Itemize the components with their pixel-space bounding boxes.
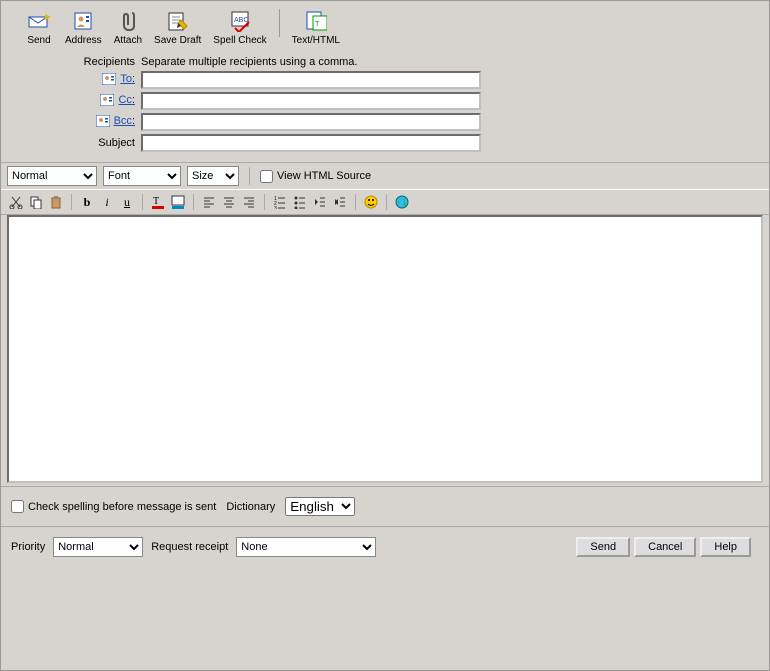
cancel-button[interactable]: Cancel — [634, 537, 696, 557]
unordered-list-icon[interactable] — [291, 193, 309, 211]
spellcheck-before-send-label[interactable]: Check spelling before message is sent — [11, 500, 216, 513]
align-right-icon[interactable] — [240, 193, 258, 211]
svg-text:T: T — [153, 196, 159, 207]
spell-check-icon: ABC — [228, 9, 252, 33]
receipt-label: Request receipt — [151, 541, 228, 553]
edit-sep-5 — [355, 194, 356, 210]
emoji-icon[interactable] — [362, 193, 380, 211]
font-select[interactable]: Font — [103, 166, 181, 186]
italic-icon[interactable]: i — [98, 193, 116, 211]
help-button[interactable]: Help — [700, 537, 751, 557]
style-select[interactable]: Normal — [7, 166, 97, 186]
dictionary-select[interactable]: English — [285, 497, 355, 516]
address-label: Address — [65, 35, 102, 46]
globe-icon[interactable] — [393, 193, 411, 211]
svg-text:3: 3 — [274, 206, 277, 209]
outdent-icon[interactable] — [311, 193, 329, 211]
compose-window: Send Address Attach Save Draft ABC Spell… — [0, 0, 770, 671]
priority-label: Priority — [11, 541, 45, 553]
spell-options-row: Check spelling before message is sent Di… — [1, 486, 769, 526]
spell-check-label: Spell Check — [213, 35, 266, 46]
font-color-icon[interactable]: T — [149, 193, 167, 211]
edit-sep-1 — [71, 194, 72, 210]
save-draft-label: Save Draft — [154, 35, 201, 46]
svg-text:ABC: ABC — [234, 17, 248, 24]
copy-icon[interactable] — [27, 193, 45, 211]
attach-button[interactable]: Attach — [108, 9, 148, 46]
ordered-list-icon[interactable]: 123 — [271, 193, 289, 211]
bcc-input[interactable] — [141, 113, 481, 131]
recipients-hint: Separate multiple recipients using a com… — [141, 56, 481, 68]
dictionary-label: Dictionary — [226, 501, 275, 513]
address-icon — [71, 9, 95, 33]
edit-sep-2 — [142, 194, 143, 210]
to-input[interactable] — [141, 71, 481, 89]
view-source-checkbox[interactable] — [260, 170, 273, 183]
send-label: Send — [27, 35, 50, 46]
bottom-row: Priority Normal Request receipt None Sen… — [1, 526, 769, 563]
paste-icon[interactable] — [47, 193, 65, 211]
spell-check-button[interactable]: ABC Spell Check — [207, 9, 272, 46]
attach-label: Attach — [114, 35, 142, 46]
cc-link[interactable]: Cc — [118, 94, 135, 106]
save-draft-icon — [166, 9, 190, 33]
editor-area — [7, 215, 763, 486]
underline-icon[interactable]: u — [118, 193, 136, 211]
toolbar-separator — [279, 9, 280, 37]
align-center-icon[interactable] — [220, 193, 238, 211]
main-toolbar: Send Address Attach Save Draft ABC Spell… — [1, 1, 769, 50]
format-bar: Normal Font Size View HTML Source — [1, 162, 769, 190]
receipt-select[interactable]: None — [236, 537, 376, 557]
save-draft-button[interactable]: Save Draft — [148, 9, 207, 46]
spellcheck-before-send-checkbox[interactable] — [11, 500, 24, 513]
indent-icon[interactable] — [331, 193, 349, 211]
message-body[interactable] — [7, 215, 763, 483]
priority-select[interactable]: Normal — [53, 537, 143, 557]
edit-sep-3 — [193, 194, 194, 210]
bg-color-icon[interactable] — [169, 193, 187, 211]
subject-label: Subject — [11, 137, 141, 149]
bold-icon[interactable]: b — [78, 193, 96, 211]
svg-text:T: T — [315, 21, 320, 28]
format-separator — [249, 167, 250, 185]
address-button[interactable]: Address — [59, 9, 108, 46]
recipients-header: Recipients — [11, 56, 141, 68]
align-left-icon[interactable] — [200, 193, 218, 211]
send-button[interactable]: Send — [19, 9, 59, 46]
to-link[interactable]: To — [120, 73, 135, 85]
size-select[interactable]: Size — [187, 166, 239, 186]
edit-sep-4 — [264, 194, 265, 210]
cc-card-icon — [100, 94, 114, 106]
send-action-button[interactable]: Send — [576, 537, 630, 557]
edit-bar: b i u T 123 — [1, 190, 769, 215]
bcc-link[interactable]: Bcc — [114, 115, 135, 127]
recipients-section: Recipients Separate multiple recipients … — [1, 50, 769, 162]
action-buttons: Send Cancel Help — [576, 537, 751, 557]
edit-sep-6 — [386, 194, 387, 210]
view-source-label[interactable]: View HTML Source — [260, 170, 371, 183]
text-html-button[interactable]: T Text/HTML — [286, 9, 346, 46]
attach-icon — [116, 9, 140, 33]
text-html-icon: T — [304, 9, 328, 33]
cut-icon[interactable] — [7, 193, 25, 211]
subject-input[interactable] — [141, 134, 481, 152]
to-card-icon — [102, 73, 116, 85]
cc-input[interactable] — [141, 92, 481, 110]
send-icon — [27, 9, 51, 33]
text-html-label: Text/HTML — [292, 35, 340, 46]
bcc-card-icon — [96, 115, 110, 127]
